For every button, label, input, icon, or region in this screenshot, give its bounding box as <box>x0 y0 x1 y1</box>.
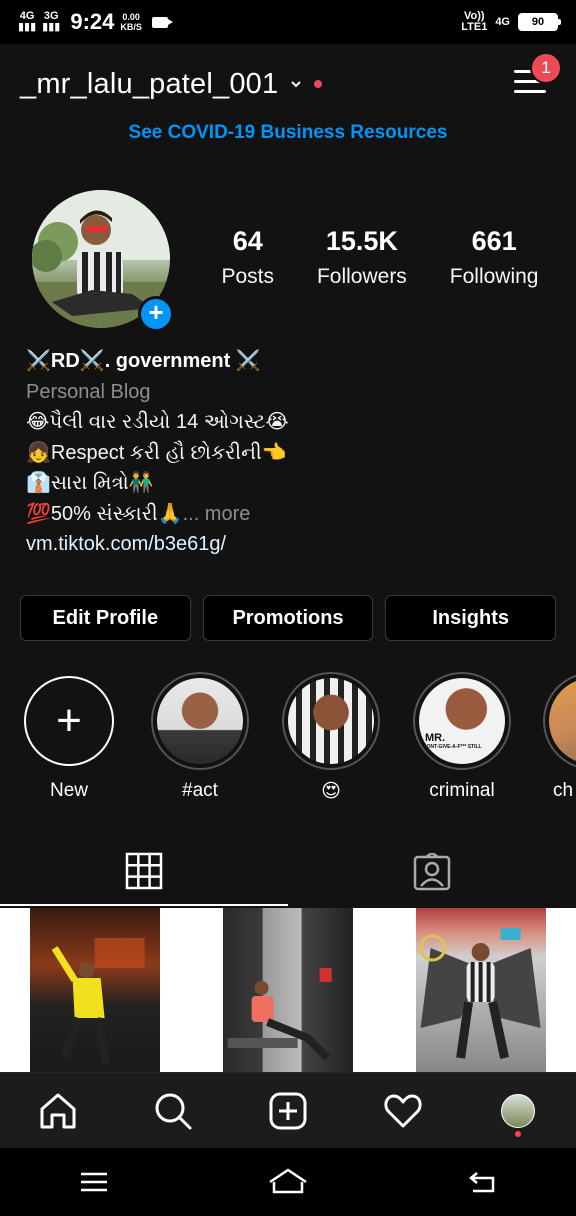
recent-apps-icon[interactable] <box>79 1170 109 1194</box>
grid-icon <box>125 852 163 890</box>
highlight-label: #act <box>182 780 218 801</box>
more-link[interactable]: ... more <box>183 503 251 525</box>
clock: 9:24 <box>70 9 115 34</box>
highlight-label: ch <box>553 780 574 801</box>
profile-actions: Edit Profile Promotions Insights <box>20 595 557 641</box>
username-switcher[interactable]: _mr_lalu_patel_001 <box>20 68 278 101</box>
stat-posts[interactable]: 64 Posts <box>221 226 274 289</box>
bio-line: 👔સારા મિત્રો👬 <box>26 472 154 494</box>
highlight-label: 😍 <box>321 781 341 802</box>
heart-icon <box>384 1094 422 1127</box>
stat-following[interactable]: 661 Following <box>450 226 539 289</box>
bio-line: 💯50% સંસ્કારી🙏... more <box>26 499 556 530</box>
followers-count: 15.5K <box>325 226 398 256</box>
highlight-cover: MR. DONT-GIVE-A-F*** STILL <box>419 678 505 764</box>
profile-header: _mr_lalu_patel_001 <box>0 44 576 124</box>
category-label: Personal Blog <box>26 380 151 403</box>
add-story-button[interactable]: + <box>138 296 174 332</box>
post-thumbnail[interactable] <box>193 908 383 1072</box>
nav-search[interactable] <box>143 1081 203 1141</box>
display-name: ⚔️RD⚔️. government ⚔️ <box>26 350 261 372</box>
tab-tagged[interactable] <box>288 838 576 906</box>
profile-avatar-icon <box>501 1093 536 1128</box>
story-highlights: + New #act 😍 MR. DONT-GIVE-A-F*** STILL … <box>0 670 576 810</box>
covid-resources-link[interactable]: See COVID-19 Business Resources <box>0 122 576 144</box>
back-icon[interactable] <box>467 1169 497 1195</box>
profile-bio: ⚔️RD⚔️. government ⚔️ Personal Blog 😂પૈલ… <box>26 346 556 560</box>
following-label: Following <box>449 265 539 288</box>
highlight-partial[interactable]: ch <box>543 672 576 802</box>
posts-grid <box>0 908 576 1072</box>
posts-label: Posts <box>221 265 274 288</box>
profile-stats: 64 Posts 15.5K Followers 661 Following <box>200 226 560 289</box>
video-record-icon <box>151 16 173 28</box>
post-thumbnail[interactable] <box>0 908 190 1072</box>
signal-indicator-2: 3G ▮▮▮ <box>42 10 61 33</box>
add-post-icon <box>269 1092 307 1129</box>
network-speed: 0.00 KB/S <box>120 12 142 32</box>
insights-button[interactable]: Insights <box>385 595 557 641</box>
highlight-cover <box>549 678 576 764</box>
chevron-down-icon[interactable] <box>290 78 302 90</box>
nav-home[interactable] <box>28 1081 88 1141</box>
highlight-label: criminal <box>429 780 495 801</box>
signal-indicator-1: 4G ▮▮▮ <box>18 10 37 33</box>
post-thumbnail[interactable] <box>386 908 576 1072</box>
following-count: 661 <box>471 226 517 256</box>
nav-create[interactable] <box>258 1081 318 1141</box>
bottom-navigation <box>0 1072 576 1148</box>
nav-profile[interactable] <box>488 1081 548 1141</box>
notification-badge: 1 <box>530 52 562 84</box>
unread-dot <box>314 80 323 88</box>
highlight-label: New <box>49 780 88 801</box>
stat-followers[interactable]: 15.5K Followers <box>317 226 407 289</box>
bio-line-text: 💯50% સંસ્કારી🙏 <box>26 502 183 525</box>
tagged-person-icon <box>413 853 451 891</box>
network-indicator: 4G <box>495 16 510 28</box>
bio-website-link[interactable]: vm.tiktok.com/b3e61g/ <box>26 529 556 560</box>
profile-notification-dot <box>515 1130 522 1137</box>
plus-icon: + <box>24 676 114 766</box>
followers-label: Followers <box>316 265 407 288</box>
search-icon <box>155 1093 192 1129</box>
status-bar: 4G ▮▮▮ 3G ▮▮▮ 9:24 0.00 KB/S Vo)) LTE1 4G 90 <box>0 0 576 44</box>
edit-profile-button[interactable]: Edit Profile <box>20 595 191 641</box>
battery-indicator: 90 <box>518 13 561 31</box>
bio-line: 😂પૈલી વાર રડીયો 14 ઓગસ્ટ😭 <box>26 411 289 433</box>
highlight-overlay-title: MR. <box>425 732 446 744</box>
highlight-heart-eyes[interactable]: 😍 <box>281 672 381 803</box>
highlight-new[interactable]: + New <box>19 672 119 802</box>
home-icon <box>40 1093 76 1128</box>
promotions-button[interactable]: Promotions <box>202 595 374 641</box>
profile-tabs <box>0 838 576 906</box>
posts-count: 64 <box>232 226 263 256</box>
highlight-act[interactable]: #act <box>150 672 250 802</box>
nav-activity[interactable] <box>373 1081 433 1141</box>
volte-indicator: Vo)) LTE1 <box>461 10 488 33</box>
system-home-icon[interactable] <box>268 1168 308 1196</box>
highlight-criminal[interactable]: MR. DONT-GIVE-A-F*** STILL criminal <box>412 672 512 802</box>
highlight-overlay-subtitle: DONT-GIVE-A-F*** STILL <box>423 744 482 750</box>
bio-line: 👧Respect કરી હૌ છોકરીની👈 <box>26 441 287 464</box>
system-navigation-bar <box>0 1148 576 1216</box>
highlight-cover <box>288 678 374 764</box>
tab-grid[interactable] <box>0 838 288 906</box>
highlight-cover <box>157 678 243 764</box>
